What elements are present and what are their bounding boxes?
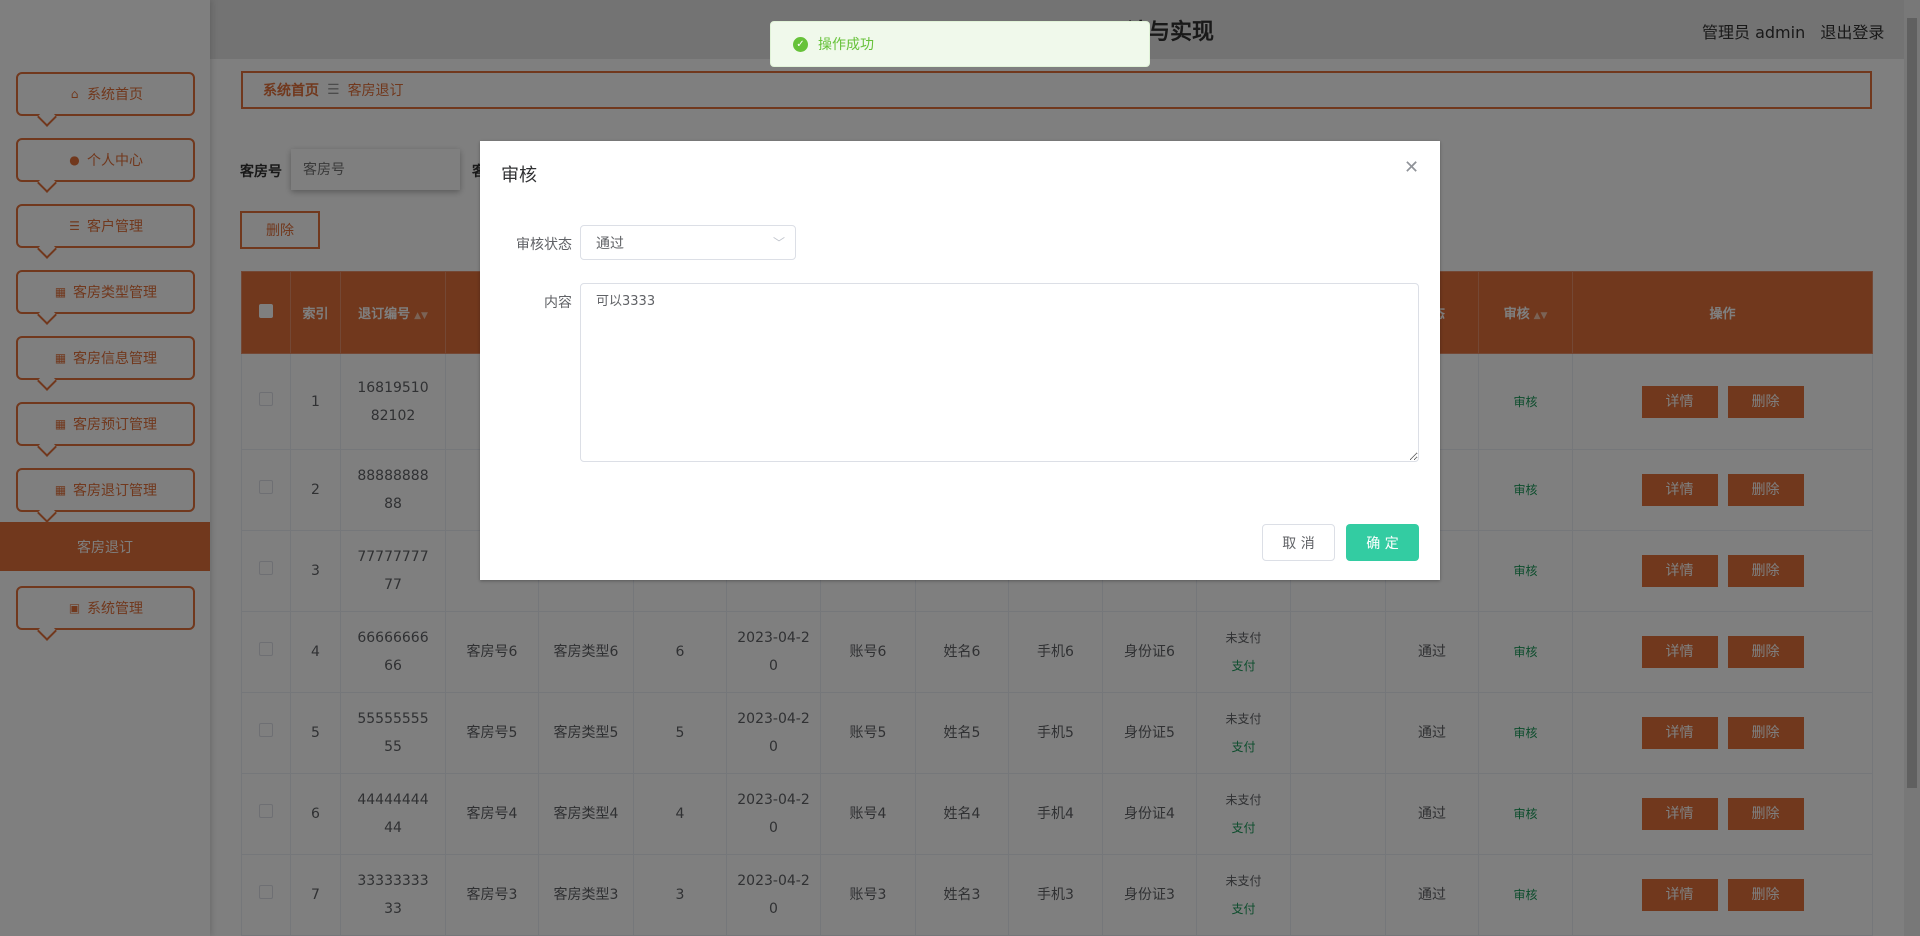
audit-status-value: 通过 <box>596 235 624 252</box>
content-label: 内容 <box>544 295 572 311</box>
cancel-button[interactable]: 取 消 <box>1262 524 1335 561</box>
confirm-button[interactable]: 确 定 <box>1346 524 1419 561</box>
toast-message: 操作成功 <box>818 37 874 53</box>
dialog-title: 审核 <box>501 165 537 186</box>
audit-status-select[interactable]: 通过 ﹀ <box>580 225 796 260</box>
audit-status-label: 审核状态 <box>516 237 572 253</box>
check-circle-icon: ✓ <box>793 36 808 52</box>
close-icon[interactable]: ✕ <box>1404 157 1419 178</box>
success-toast: ✓ 操作成功 <box>770 21 1150 67</box>
content-textarea[interactable]: 可以3333 <box>580 283 1419 462</box>
chevron-down-icon: ﹀ <box>772 236 785 250</box>
audit-dialog: 审核 ✕ 审核状态 通过 ﹀ 内容 可以3333 取 消 确 定 <box>480 141 1440 580</box>
